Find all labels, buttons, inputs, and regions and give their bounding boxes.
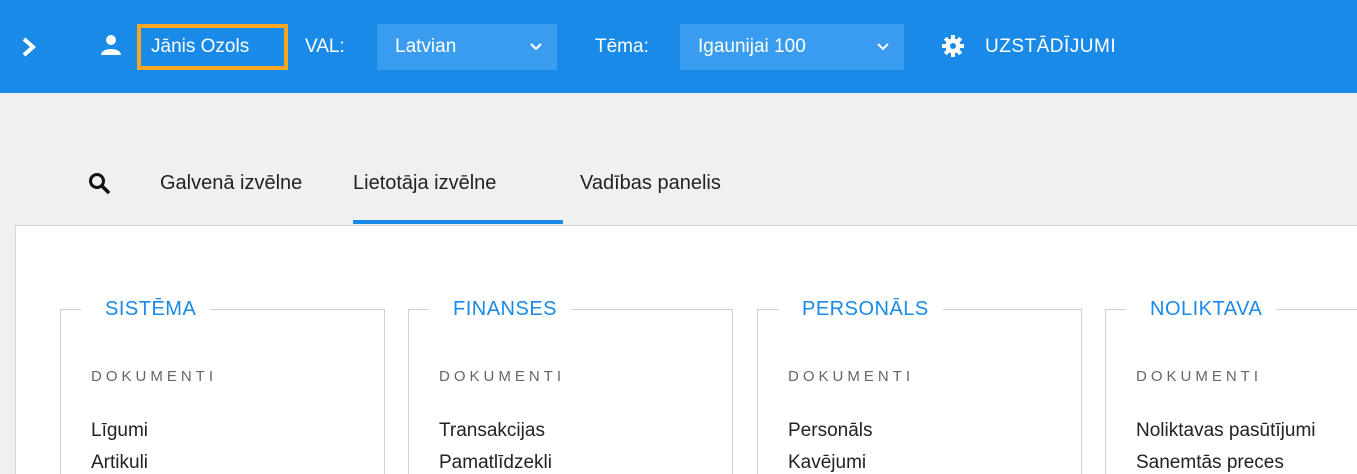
module-link[interactable]: Artikuli <box>91 452 148 474</box>
search-icon[interactable] <box>88 172 110 194</box>
tab-user-menu[interactable]: Lietotāja izvēlne <box>353 160 563 224</box>
module-link[interactable]: Pamatlīdzekli <box>439 452 552 474</box>
module-title[interactable]: SISTĒMA <box>81 296 211 322</box>
tab-dashboard[interactable]: Vadības panelis <box>580 160 721 224</box>
theme-label: Tēma: <box>595 36 649 57</box>
module-link[interactable]: Sanemtās preces <box>1136 452 1284 474</box>
language-label: VAL: <box>305 36 345 57</box>
gear-icon[interactable] <box>942 35 964 57</box>
module-sistema: SISTĒMA DOKUMENTI Līgumi Artikuli <box>60 296 385 474</box>
theme-select[interactable]: Igaunijai 100 <box>680 24 904 70</box>
module-finanses: FINANSES DOKUMENTI Transakcijas Pamatlīd… <box>408 296 733 474</box>
section-label: DOKUMENTI <box>91 368 217 385</box>
user-icon <box>101 35 121 55</box>
section-label: DOKUMENTI <box>439 368 565 385</box>
chevron-right-icon[interactable] <box>18 36 40 58</box>
settings-link[interactable]: UZSTĀDĪJUMI <box>985 24 1116 70</box>
chevron-down-icon <box>877 43 889 51</box>
section-label: DOKUMENTI <box>1136 368 1262 385</box>
module-link[interactable]: Transakcijas <box>439 420 545 442</box>
theme-select-value: Igaunijai 100 <box>698 36 806 57</box>
user-name-link[interactable]: Jānis Ozols <box>137 24 288 70</box>
chevron-down-icon <box>530 43 542 51</box>
module-link[interactable]: Personāls <box>788 420 873 442</box>
module-link[interactable]: Noliktavas pasūtījumi <box>1136 420 1316 442</box>
module-link[interactable]: Kavējumi <box>788 452 866 474</box>
module-title[interactable]: FINANSES <box>429 296 572 322</box>
module-title[interactable]: PERSONĀLS <box>778 296 943 322</box>
language-select-value: Latvian <box>395 36 457 57</box>
language-select[interactable]: Latvian <box>377 24 557 70</box>
module-noliktava: NOLIKTAVA DOKUMENTI Noliktavas pasūtījum… <box>1105 296 1357 474</box>
module-link[interactable]: Līgumi <box>91 420 148 442</box>
module-title[interactable]: NOLIKTAVA <box>1126 296 1277 322</box>
top-bar: Jānis Ozols VAL: Latvian Tēma: Igaunijai… <box>0 0 1357 93</box>
module-personals: PERSONĀLS DOKUMENTI Personāls Kavējumi <box>757 296 1082 474</box>
tab-main-menu[interactable]: Galvenā izvēlne <box>160 160 302 224</box>
section-label: DOKUMENTI <box>788 368 914 385</box>
